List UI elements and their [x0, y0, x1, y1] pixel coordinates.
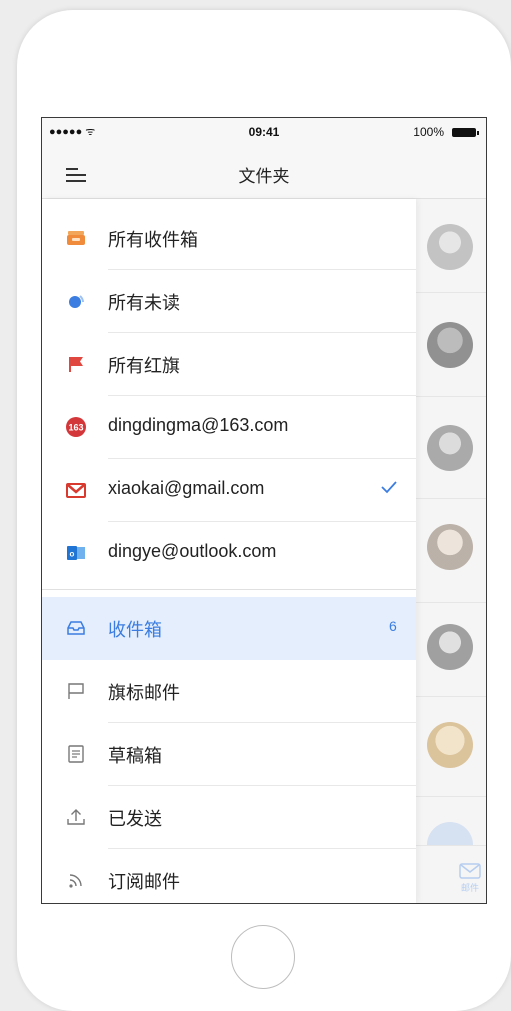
avatar[interactable]	[427, 425, 473, 471]
folder-label: 已发送	[108, 809, 162, 829]
unread-count-badge: 6	[389, 618, 397, 634]
svg-text:163: 163	[68, 423, 83, 433]
flag-outline-icon	[65, 680, 87, 702]
folder-row-subscriptions[interactable]: 订阅邮件	[42, 849, 416, 903]
mail-tab-icon	[459, 863, 481, 879]
avatar[interactable]	[427, 224, 473, 270]
folder-drawer: 所有收件箱 所有未读 所有红旗 163 dingdingma@163.com x…	[42, 199, 416, 903]
account-row-all-inbox[interactable]: 所有收件箱	[42, 207, 416, 270]
battery-icon	[452, 128, 479, 137]
account-label: dingye@outlook.com	[108, 541, 277, 561]
folder-label: 收件箱	[108, 620, 162, 640]
account-label: 所有未读	[108, 293, 180, 313]
account-row-all-unread[interactable]: 所有未读	[42, 270, 416, 333]
draft-icon	[65, 743, 87, 765]
nav-bar: 文件夹	[42, 148, 486, 199]
folder-row-inbox[interactable]: 收件箱 6	[42, 597, 416, 660]
folder-row-flagged[interactable]: 旗标邮件	[42, 660, 416, 723]
account-label: xiaokai@gmail.com	[108, 478, 265, 498]
folder-label: 草稿箱	[108, 746, 162, 766]
phone-screen: ●●●●● ᯤ 09:41 100% 文件夹 邮件 所有收件箱 所有未读 所有红…	[41, 117, 487, 904]
message-list-peek[interactable]: 邮件	[416, 199, 486, 903]
unread-dot-icon	[65, 290, 87, 312]
avatar[interactable]	[427, 624, 473, 670]
account-row-outlook[interactable]: o dingye@outlook.com	[42, 522, 416, 585]
rss-icon	[65, 869, 87, 891]
gmail-icon	[65, 479, 87, 501]
folder-label: 旗标邮件	[108, 683, 180, 703]
avatar[interactable]	[427, 524, 473, 570]
account-row-163[interactable]: 163 dingdingma@163.com	[42, 396, 416, 459]
folder-row-sent[interactable]: 已发送	[42, 786, 416, 849]
inbox-tray-icon	[65, 617, 87, 639]
outlook-icon: o	[65, 542, 87, 564]
163-mail-icon: 163	[65, 416, 87, 438]
avatar[interactable]	[427, 822, 473, 845]
checkmark-icon	[379, 477, 399, 497]
upload-icon	[65, 806, 87, 828]
tab-mail-label: 邮件	[460, 883, 479, 893]
tab-mail[interactable]: 邮件	[454, 863, 486, 894]
page-title: 文件夹	[238, 167, 290, 186]
battery-percent: 100%	[413, 125, 444, 139]
folder-row-drafts[interactable]: 草稿箱	[42, 723, 416, 786]
account-label: 所有红旗	[108, 356, 180, 376]
account-label: 所有收件箱	[108, 230, 198, 250]
account-row-all-flagged[interactable]: 所有红旗	[42, 333, 416, 396]
account-label: dingdingma@163.com	[108, 415, 289, 435]
inbox-all-icon	[65, 227, 87, 249]
status-bar: ●●●●● ᯤ 09:41 100%	[42, 118, 486, 148]
svg-text:o: o	[70, 550, 75, 559]
red-flag-icon	[65, 353, 87, 375]
avatar[interactable]	[427, 322, 473, 368]
folder-label: 订阅邮件	[108, 872, 180, 892]
avatar[interactable]	[427, 722, 473, 768]
account-row-gmail[interactable]: xiaokai@gmail.com	[42, 459, 416, 522]
home-button[interactable]	[231, 925, 295, 989]
